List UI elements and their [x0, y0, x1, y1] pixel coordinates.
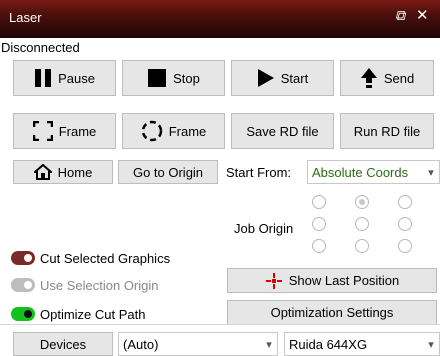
- origin-bottom-right[interactable]: [398, 239, 412, 253]
- stop-icon: [147, 68, 167, 88]
- origin-bottom-center[interactable]: [355, 239, 369, 253]
- go-to-origin-button[interactable]: Go to Origin: [118, 160, 218, 184]
- chevron-down-icon: ▾: [428, 166, 434, 179]
- run-rd-label: Run RD file: [353, 123, 421, 139]
- crosshair-icon: [265, 272, 283, 290]
- home-icon: [33, 164, 52, 180]
- cut-selected-toggle[interactable]: [11, 251, 35, 265]
- show-last-position-button[interactable]: Show Last Position: [227, 268, 437, 293]
- start-from-label: Start From:: [226, 165, 292, 180]
- optimize-cut-path-toggle[interactable]: [11, 307, 35, 321]
- job-origin-label: Job Origin: [234, 221, 294, 236]
- origin-top-center[interactable]: [355, 195, 369, 209]
- show-last-position-label: Show Last Position: [288, 273, 400, 288]
- chevron-down-icon: ▾: [428, 338, 434, 351]
- run-rd-file-button[interactable]: Run RD file: [340, 113, 434, 149]
- optimize-cut-path-label: Optimize Cut Path: [40, 307, 146, 322]
- pause-label: Pause: [58, 70, 95, 86]
- origin-middle-right[interactable]: [398, 217, 412, 231]
- frame-rect-button[interactable]: Frame: [13, 113, 116, 149]
- float-window-icon[interactable]: ⧉: [395, 7, 405, 24]
- connection-status: Disconnected: [1, 40, 80, 55]
- play-icon: [257, 68, 275, 88]
- frame-circle-button[interactable]: Frame: [122, 113, 225, 149]
- start-from-select[interactable]: Absolute Coords ▾: [307, 160, 440, 184]
- origin-bottom-left[interactable]: [312, 239, 326, 253]
- frame-rectangle-icon: [32, 121, 53, 141]
- frame-circle-icon: [141, 120, 163, 142]
- divider: [0, 324, 440, 325]
- home-label: Home: [57, 164, 93, 180]
- send-label: Send: [383, 70, 415, 86]
- origin-middle-center[interactable]: [355, 217, 369, 231]
- devices-button[interactable]: Devices: [13, 332, 113, 356]
- port-value: (Auto): [123, 336, 159, 352]
- go-to-origin-label: Go to Origin: [132, 164, 204, 180]
- frame-circle-label: Frame: [168, 123, 207, 139]
- start-label: Start: [280, 70, 309, 86]
- device-select[interactable]: Ruida 644XG ▾: [284, 332, 440, 356]
- save-rd-label: Save RD file: [246, 123, 319, 139]
- device-value: Ruida 644XG: [289, 336, 368, 352]
- use-selection-origin-toggle[interactable]: [11, 278, 35, 292]
- close-icon[interactable]: ✕: [416, 6, 429, 24]
- home-button[interactable]: Home: [13, 160, 113, 184]
- send-button[interactable]: Send: [340, 60, 434, 96]
- origin-top-right[interactable]: [398, 195, 412, 209]
- pause-button[interactable]: Pause: [13, 60, 116, 96]
- use-selection-origin-label: Use Selection Origin: [40, 278, 159, 293]
- stop-label: Stop: [173, 70, 200, 86]
- cut-selected-label: Cut Selected Graphics: [40, 251, 171, 266]
- chevron-down-icon: ▾: [266, 338, 272, 351]
- origin-top-left[interactable]: [312, 195, 326, 209]
- stop-button[interactable]: Stop: [122, 60, 225, 96]
- port-select[interactable]: (Auto) ▾: [118, 332, 278, 356]
- title-bar: Laser ⧉ ✕: [0, 0, 440, 38]
- save-rd-file-button[interactable]: Save RD file: [231, 113, 334, 149]
- devices-label: Devices: [39, 336, 87, 352]
- start-button[interactable]: Start: [231, 60, 334, 96]
- pause-icon: [34, 68, 52, 88]
- origin-middle-left[interactable]: [312, 217, 326, 231]
- start-from-value: Absolute Coords: [312, 164, 409, 180]
- window-title: Laser: [9, 10, 42, 25]
- optimization-settings-button[interactable]: Optimization Settings: [227, 300, 437, 325]
- optimization-settings-label: Optimization Settings: [270, 305, 394, 320]
- frame-rect-label: Frame: [58, 123, 97, 139]
- upload-arrow-icon: [360, 67, 378, 89]
